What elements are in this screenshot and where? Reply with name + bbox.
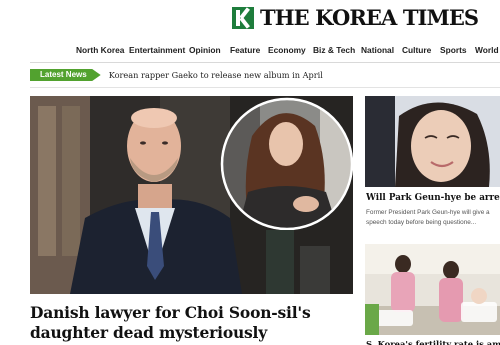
nav-divider: [30, 62, 500, 63]
ticker-headline-link[interactable]: Korean rapper Gaeko to release new album…: [109, 70, 323, 80]
latest-news-tag: Latest News: [30, 69, 101, 81]
nav-item-world[interactable]: World: [475, 45, 499, 55]
nav-item-national[interactable]: National: [361, 45, 394, 55]
nav-item-feature[interactable]: Feature: [230, 45, 260, 55]
side-story-1-description: Former President Park Geun-hye will give…: [366, 209, 490, 226]
ticker-divider: [30, 87, 500, 88]
nav-item-north-korea[interactable]: North Korea: [76, 45, 124, 55]
side-story-1-photo[interactable]: [365, 96, 500, 187]
nav-item-opinion[interactable]: Opinion: [189, 45, 221, 55]
main-story-photo[interactable]: [30, 96, 353, 294]
side-story-2-title[interactable]: S. Korea's fertility rate is among: [366, 339, 500, 345]
logo-text: THE KOREA TIMES: [260, 5, 479, 30]
main-story-headline[interactable]: Danish lawyer for Choi Soon-sil's daught…: [30, 303, 360, 343]
masthead: THE KOREA TIMES: [0, 0, 500, 34]
main-nav: North Korea Entertainment Opinion Featur…: [0, 45, 500, 61]
logo-mark-icon: [232, 6, 254, 29]
site-logo[interactable]: THE KOREA TIMES: [232, 5, 479, 30]
latest-news-ticker: Latest News Korean rapper Gaeko to relea…: [30, 68, 323, 82]
nav-item-culture[interactable]: Culture: [402, 45, 431, 55]
side-story-2-photo[interactable]: [365, 244, 500, 335]
nav-item-biz-tech[interactable]: Biz & Tech: [313, 45, 355, 55]
nav-item-entertainment[interactable]: Entertainment: [129, 45, 185, 55]
side-story-1-title[interactable]: Will Park Geun-hye be arrested: [366, 193, 500, 203]
nav-item-sports[interactable]: Sports: [440, 45, 467, 55]
nav-item-economy[interactable]: Economy: [268, 45, 306, 55]
